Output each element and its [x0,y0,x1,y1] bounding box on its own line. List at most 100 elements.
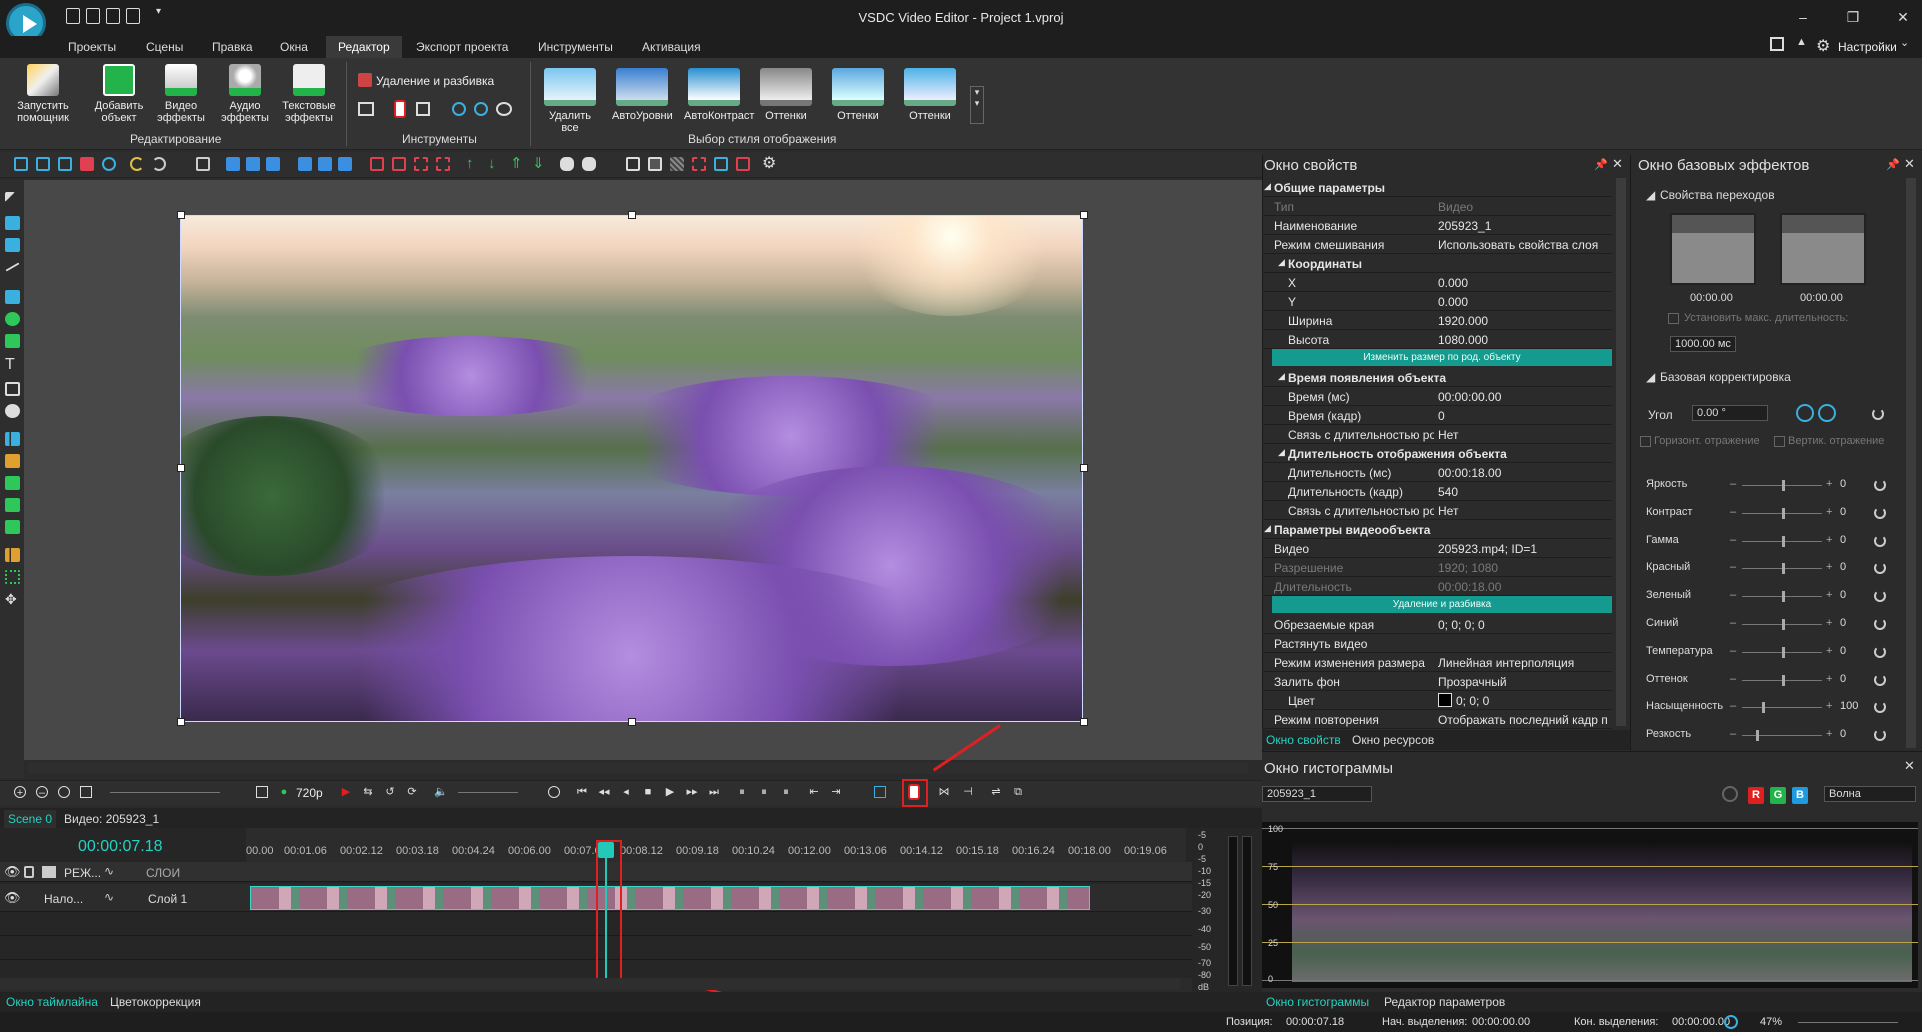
prop-action-button[interactable]: Удаление и разбивка [1272,596,1612,613]
slider-increment[interactable]: + [1826,589,1832,601]
prev-marker-icon[interactable]: ⇤ [808,786,820,798]
style-auto-contrast[interactable]: АвтоКонтраст [684,68,754,124]
slider-increment[interactable]: + [1826,645,1832,657]
stop-icon[interactable]: ■ [642,786,654,798]
layout-icon[interactable] [1770,37,1784,51]
redo-icon[interactable] [152,157,166,171]
close-panel-icon[interactable]: ✕ [1904,156,1915,172]
slider-increment[interactable]: + [1826,617,1832,629]
resize-handle[interactable] [628,718,636,726]
close-panel-icon[interactable]: ✕ [1904,758,1915,774]
distribute-v-icon[interactable] [392,157,406,171]
snap-icon[interactable] [714,157,728,171]
reset-icon[interactable] [1874,479,1886,491]
trim-icon[interactable]: ⊣ [962,786,974,798]
repeat-icon[interactable]: ↺ [384,786,396,798]
resize-handle[interactable] [1080,718,1088,726]
styles-scroll-button[interactable]: ▾ ▾ [970,86,984,124]
slider-decrement[interactable]: – [1730,617,1736,629]
send-back-icon[interactable]: ⇓ [532,156,546,171]
delete-icon[interactable] [80,157,94,171]
pin-icon[interactable]: 📌 [1594,158,1608,171]
marker-icon[interactable]: ⏸ [758,786,770,798]
style-remove-all[interactable]: Удалить все [540,68,600,134]
slider-decrement[interactable]: – [1730,589,1736,601]
collapse-icon[interactable]: ◢ [1264,181,1271,192]
flip-h-checkbox[interactable] [1640,436,1651,447]
flip-v-checkbox[interactable] [1774,436,1785,447]
maximize-icon[interactable]: ❐ [1838,6,1868,28]
style-tint-cyan[interactable]: Оттенки [900,68,960,124]
slider-increment[interactable]: + [1826,700,1832,712]
slider-knob[interactable] [1762,702,1765,714]
slider-decrement[interactable]: – [1730,700,1736,712]
frame-icon[interactable] [626,157,640,171]
crop-tool-icon[interactable] [874,786,886,798]
effects-scrollbar[interactable] [1906,178,1916,748]
play-icon[interactable]: ▶ [664,786,676,798]
resize-handle[interactable] [177,211,185,219]
grid-icon[interactable] [670,157,684,171]
style-grayscale[interactable]: Оттенки [756,68,816,124]
video-clip[interactable] [250,886,1090,910]
tab-scenes[interactable]: Сцены [134,36,195,58]
prev-frame-icon[interactable]: ◂◂ [598,786,610,798]
undo-icon[interactable] [130,157,144,171]
tab-edit[interactable]: Правка [200,36,265,58]
launch-wizard-button[interactable]: Запустить помощник [12,64,74,124]
video-icon[interactable] [5,520,20,534]
resize-handle[interactable] [177,464,185,472]
chart-icon[interactable] [5,432,20,446]
tab-histogram-window[interactable]: Окно гистограммы [1266,995,1369,1009]
slider-increment[interactable]: + [1826,506,1832,518]
pin-icon[interactable]: 📌 [1886,158,1900,171]
collapse-icon[interactable]: ◢ [1278,447,1285,458]
minimize-icon[interactable]: – [1788,6,1818,28]
lock-icon[interactable] [24,866,34,878]
eye-icon[interactable]: 👁 [4,864,21,880]
prop-value[interactable]: Линейная интерполяция [1438,656,1608,670]
resize-handle[interactable] [177,718,185,726]
video-frame[interactable] [180,215,1083,722]
align-middle-icon[interactable] [318,157,332,171]
settings-gear-icon[interactable]: ⚙ [762,156,776,172]
prop-value[interactable]: 205923_1 [1438,219,1608,233]
align-left-icon[interactable] [226,157,240,171]
prop-value[interactable]: 0.000 [1438,295,1608,309]
add-object-button[interactable]: Добавить объект [88,64,150,124]
prop-value[interactable]: 00:00:00.00 [1438,390,1608,404]
eye-icon[interactable]: 👁 [4,890,21,906]
fill-icon[interactable] [436,157,450,171]
resize-handle[interactable] [1080,464,1088,472]
rotate-left-icon[interactable] [452,102,466,116]
video-effects-button[interactable]: Видео эффекты [150,64,212,124]
loop-icon[interactable]: ⇆ [362,786,374,798]
reset-icon[interactable] [1872,408,1884,420]
collapse-icon[interactable]: ◢ [1646,370,1655,384]
prop-value[interactable]: Использовать свойства слоя [1438,238,1608,252]
slider-knob[interactable] [1755,730,1759,742]
slider-track[interactable] [1742,735,1822,737]
refresh-icon[interactable]: ⟳ [406,786,418,798]
select-all-icon[interactable] [196,157,210,171]
prop-value[interactable]: 00:00:18.00 [1438,580,1608,594]
prop-value[interactable]: 540 [1438,485,1608,499]
tab-editor[interactable]: Редактор [326,36,402,58]
prop-value[interactable]: 1920.000 [1438,314,1608,328]
slider-decrement[interactable]: – [1730,728,1736,740]
paste-icon[interactable] [58,157,72,171]
close-panel-icon[interactable]: ✕ [1612,156,1623,172]
split-icon[interactable] [394,100,406,118]
tab-parameter-editor[interactable]: Редактор параметров [1384,995,1505,1009]
collapse-icon[interactable]: ◢ [1278,257,1285,268]
slider-knob[interactable] [1782,480,1785,491]
collapse-icon[interactable]: ◢ [1264,523,1271,534]
next-marker-icon[interactable]: ⇥ [830,786,842,798]
prop-value[interactable]: Отображать последний кадр пс [1438,713,1608,727]
transition-out-preview[interactable] [1780,213,1866,285]
slider-knob[interactable] [1782,646,1785,658]
text-icon[interactable]: T [5,357,20,373]
tab-activation[interactable]: Активация [630,36,713,58]
gear-icon[interactable]: ⚙ [1816,36,1830,56]
settings-button[interactable]: Настройки [1838,40,1897,54]
